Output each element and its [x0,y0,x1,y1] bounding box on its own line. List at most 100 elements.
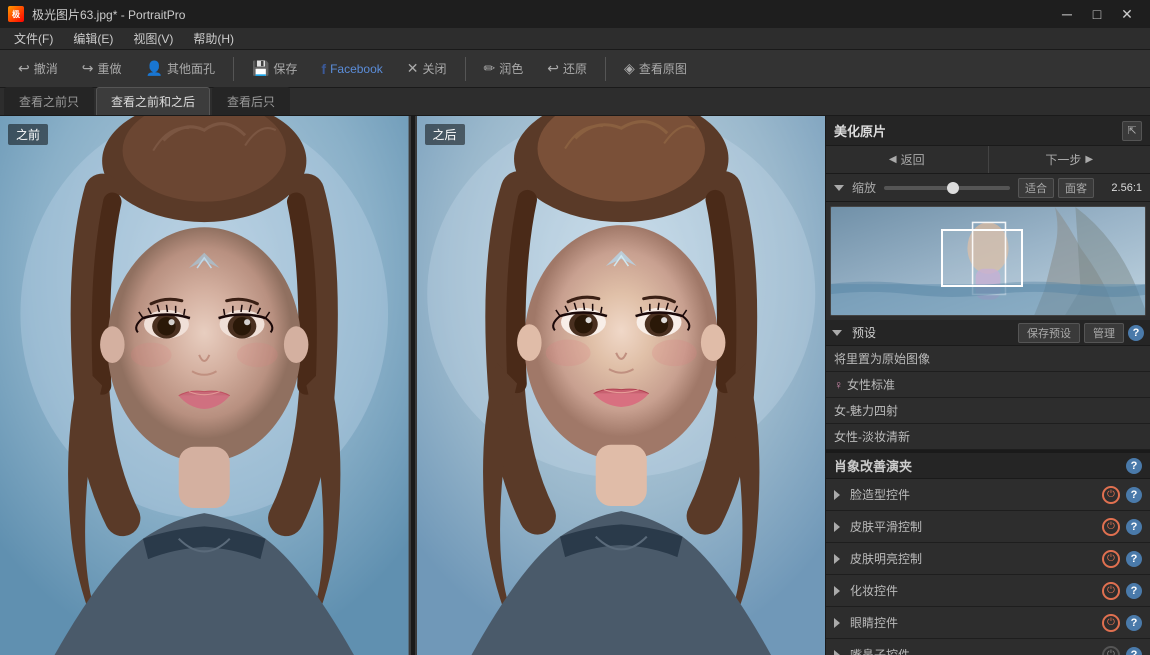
zoom-thumb[interactable] [947,182,959,194]
window-title: 极光图片63.jpg* - PortraitPro [32,6,185,23]
improvement-row-2: 皮肤明亮控制 ⏻ ? [826,543,1150,575]
preset-list: 将里置为原始图像 ♀ 女性标准 女-魅力四射 女性-淡妆清新 [826,346,1150,450]
minimize-button[interactable]: ─ [1052,0,1082,28]
back-button[interactable]: ◀ 返回 [826,146,988,173]
improvements-section: 肖象改善演夹 ? 脸造型控件 ⏻ ? 皮肤平滑控制 ⏻ ? 皮肤明亮控制 ⏻ ? [826,451,1150,655]
improvement-row-0: 脸造型控件 ⏻ ? [826,479,1150,511]
preset-item-0[interactable]: 将里置为原始图像 [826,346,1150,372]
presets-section: 预设 保存预设 管理 ? 将里置为原始图像 ♀ 女性标准 女-魅力四射 [826,320,1150,451]
expand-icon-4[interactable] [834,618,840,628]
image-area: 之前 [0,116,825,655]
tab-after-only[interactable]: 查看后只 [212,87,290,115]
tune-color-icon: ✏ [484,60,496,77]
menu-file[interactable]: 文件(F) [4,28,63,49]
title-bar: 极 极光图片63.jpg* - PortraitPro ─ □ ✕ [0,0,1150,28]
help-button-1[interactable]: ? [1126,519,1142,535]
next-button[interactable]: 下一步 ▶ [989,146,1150,173]
right-panel: 美化原片 ⇱ ◀ 返回 下一步 ▶ 缩放 适合 [825,116,1150,655]
view-original-icon: ◈ [624,60,635,77]
improvement-row-1: 皮肤平滑控制 ⏻ ? [826,511,1150,543]
maximize-button[interactable]: □ [1082,0,1112,28]
menu-help[interactable]: 帮助(H) [183,28,244,49]
presets-header: 预设 保存预设 管理 ? [826,320,1150,346]
power-button-0[interactable]: ⏻ [1102,486,1120,504]
save-preset-button[interactable]: 保存预设 [1018,323,1080,343]
menu-edit[interactable]: 编辑(E) [63,28,123,49]
expand-icon-2[interactable] [834,554,840,564]
expand-icon-0[interactable] [834,490,840,500]
right-panel-title: 美化原片 [834,121,886,140]
undo-icon: ↩ [18,60,30,77]
zoom-collapse-icon[interactable] [834,185,844,191]
close-window-button[interactable]: ✕ [1112,0,1142,28]
tab-before-after[interactable]: 查看之前和之后 [96,87,210,115]
view-original-button[interactable]: ◈ 查看原图 [614,56,697,81]
tab-before-only[interactable]: 查看之前只 [4,87,94,115]
right-panel-nav: ◀ 返回 下一步 ▶ [826,146,1150,174]
undo-button[interactable]: ↩ 撤消 [8,56,68,81]
save-button[interactable]: 💾 保存 [242,56,307,81]
thumbnail-image [831,207,1145,315]
presets-help-button[interactable]: ? [1128,325,1144,341]
other-face-button[interactable]: 👤 其他面孔 [136,56,225,81]
facebook-icon: f [321,61,326,77]
zoom-value: 2.56:1 [1102,182,1142,194]
restore-button[interactable]: ↩ 还原 [537,56,597,81]
improvement-label-0: 脸造型控件 [850,486,1096,503]
power-button-1[interactable]: ⏻ [1102,518,1120,536]
before-panel: 之前 [0,116,409,655]
preset-label-1: 女性标准 [847,376,895,393]
improvement-row-5: 嘴鼻子控件 ⏻ ? [826,639,1150,655]
presets-collapse-icon[interactable] [832,330,842,336]
presets-header-left: 预设 [832,324,876,341]
power-button-2[interactable]: ⏻ [1102,550,1120,568]
toolbar-separator-3 [605,57,606,81]
tabs: 查看之前只 查看之前和之后 查看后只 [0,88,1150,116]
expand-icon-1[interactable] [834,522,840,532]
facebook-button[interactable]: f Facebook [311,57,392,81]
preset-item-3[interactable]: 女性-淡妆清新 [826,424,1150,450]
help-button-4[interactable]: ? [1126,615,1142,631]
power-button-3[interactable]: ⏻ [1102,582,1120,600]
restore-icon: ↩ [547,60,559,77]
expand-icon-3[interactable] [834,586,840,596]
other-face-icon: 👤 [146,60,163,77]
panel-divider [411,116,415,655]
zoom-slider[interactable] [884,186,1010,190]
manage-preset-button[interactable]: 管理 [1084,323,1124,343]
expand-icon-5[interactable] [834,650,840,655]
preset-item-1[interactable]: ♀ 女性标准 [826,372,1150,398]
help-button-5[interactable]: ? [1126,647,1142,655]
improvements-help-button[interactable]: ? [1126,458,1142,474]
toolbar-separator-1 [233,57,234,81]
improvement-row-4: 眼睛控件 ⏻ ? [826,607,1150,639]
zoom-options: 适合 面客 [1018,178,1094,198]
panel-expand-button[interactable]: ⇱ [1122,121,1142,141]
before-label: 之前 [8,124,48,145]
after-panel: 之后 [417,116,826,655]
window-controls: ─ □ ✕ [1052,0,1142,28]
help-button-2[interactable]: ? [1126,551,1142,567]
thumbnail-area [830,206,1146,316]
power-button-4[interactable]: ⏻ [1102,614,1120,632]
menu-view[interactable]: 视图(V) [123,28,183,49]
tune-color-button[interactable]: ✏ 润色 [474,56,534,81]
main-content: 之前 [0,116,1150,655]
presets-header-right: 保存预设 管理 ? [1018,323,1144,343]
before-image [0,116,409,655]
close-file-icon: ✕ [407,60,419,77]
after-label: 之后 [425,124,465,145]
redo-button[interactable]: ↪ 重做 [72,56,132,81]
improvements-title: 肖象改善演夹 [834,456,912,475]
improvement-label-3: 化妆控件 [850,582,1096,599]
help-button-3[interactable]: ? [1126,583,1142,599]
after-image [417,116,826,655]
improvements-header: 肖象改善演夹 ? [826,451,1150,479]
preset-item-2[interactable]: 女-魅力四射 [826,398,1150,424]
close-file-button[interactable]: ✕ 关闭 [397,56,457,81]
zoom-fit-button[interactable]: 适合 [1018,178,1054,198]
power-button-5[interactable]: ⏻ [1102,646,1120,655]
zoom-face-button[interactable]: 面客 [1058,178,1094,198]
help-button-0[interactable]: ? [1126,487,1142,503]
right-panel-header: 美化原片 ⇱ [826,116,1150,146]
